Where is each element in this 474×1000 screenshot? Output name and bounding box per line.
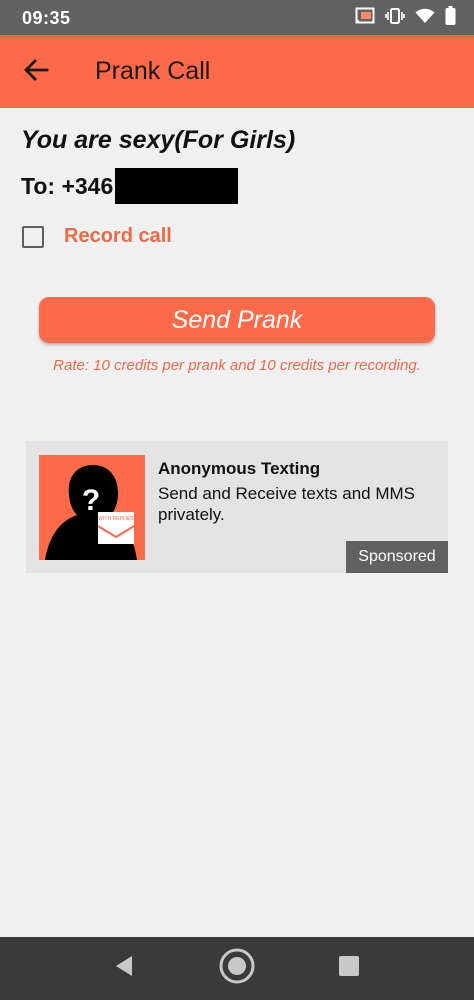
- nav-recents-button[interactable]: [309, 937, 389, 1000]
- send-prank-button[interactable]: Send Prank: [39, 297, 435, 343]
- recipient-label: To: +346: [21, 172, 114, 199]
- arrow-left-icon: [23, 58, 49, 87]
- status-bar: 09:35: [0, 0, 474, 35]
- status-icons: [355, 6, 456, 30]
- record-call-label: Record call: [64, 225, 172, 247]
- record-call-option[interactable]: Record call: [22, 225, 172, 248]
- wifi-icon: [415, 8, 435, 29]
- sponsored-badge: Sponsored: [346, 541, 448, 573]
- cast-icon: [355, 7, 375, 30]
- anonymous-person-icon: ? WITH REPLIES: [39, 455, 145, 560]
- svg-text:?: ?: [82, 484, 100, 517]
- back-button[interactable]: [16, 53, 56, 91]
- home-circle-icon: [218, 947, 256, 990]
- recipient-line: To: +346: [21, 168, 239, 204]
- redacted-number: [115, 168, 239, 204]
- ad-image: ? WITH REPLIES: [39, 455, 145, 560]
- prank-title: You are sexy(For Girls): [21, 126, 296, 154]
- vibrate-icon: [385, 7, 405, 30]
- battery-icon: [445, 6, 456, 30]
- app-bar: Prank Call: [0, 35, 474, 108]
- recents-square-icon: [339, 956, 359, 981]
- rate-note: Rate: 10 credits per prank and 10 credit…: [53, 357, 421, 374]
- nav-home-button[interactable]: [197, 937, 277, 1000]
- ad-title: Anonymous Texting: [158, 459, 321, 478]
- system-nav-bar: [0, 937, 474, 1000]
- record-call-checkbox[interactable]: [22, 225, 44, 248]
- page-title: Prank Call: [95, 57, 211, 85]
- ad-card[interactable]: ? WITH REPLIES Anonymous Texting Send an…: [26, 441, 448, 573]
- nav-back-button[interactable]: [84, 937, 164, 1000]
- back-triangle-icon: [114, 955, 134, 982]
- ad-image-text: WITH REPLIES: [98, 516, 134, 522]
- ad-body: Send and Receive texts and MMS privately…: [158, 484, 416, 524]
- envelope-icon: WITH REPLIES: [97, 512, 135, 544]
- status-time: 09:35: [22, 8, 71, 28]
